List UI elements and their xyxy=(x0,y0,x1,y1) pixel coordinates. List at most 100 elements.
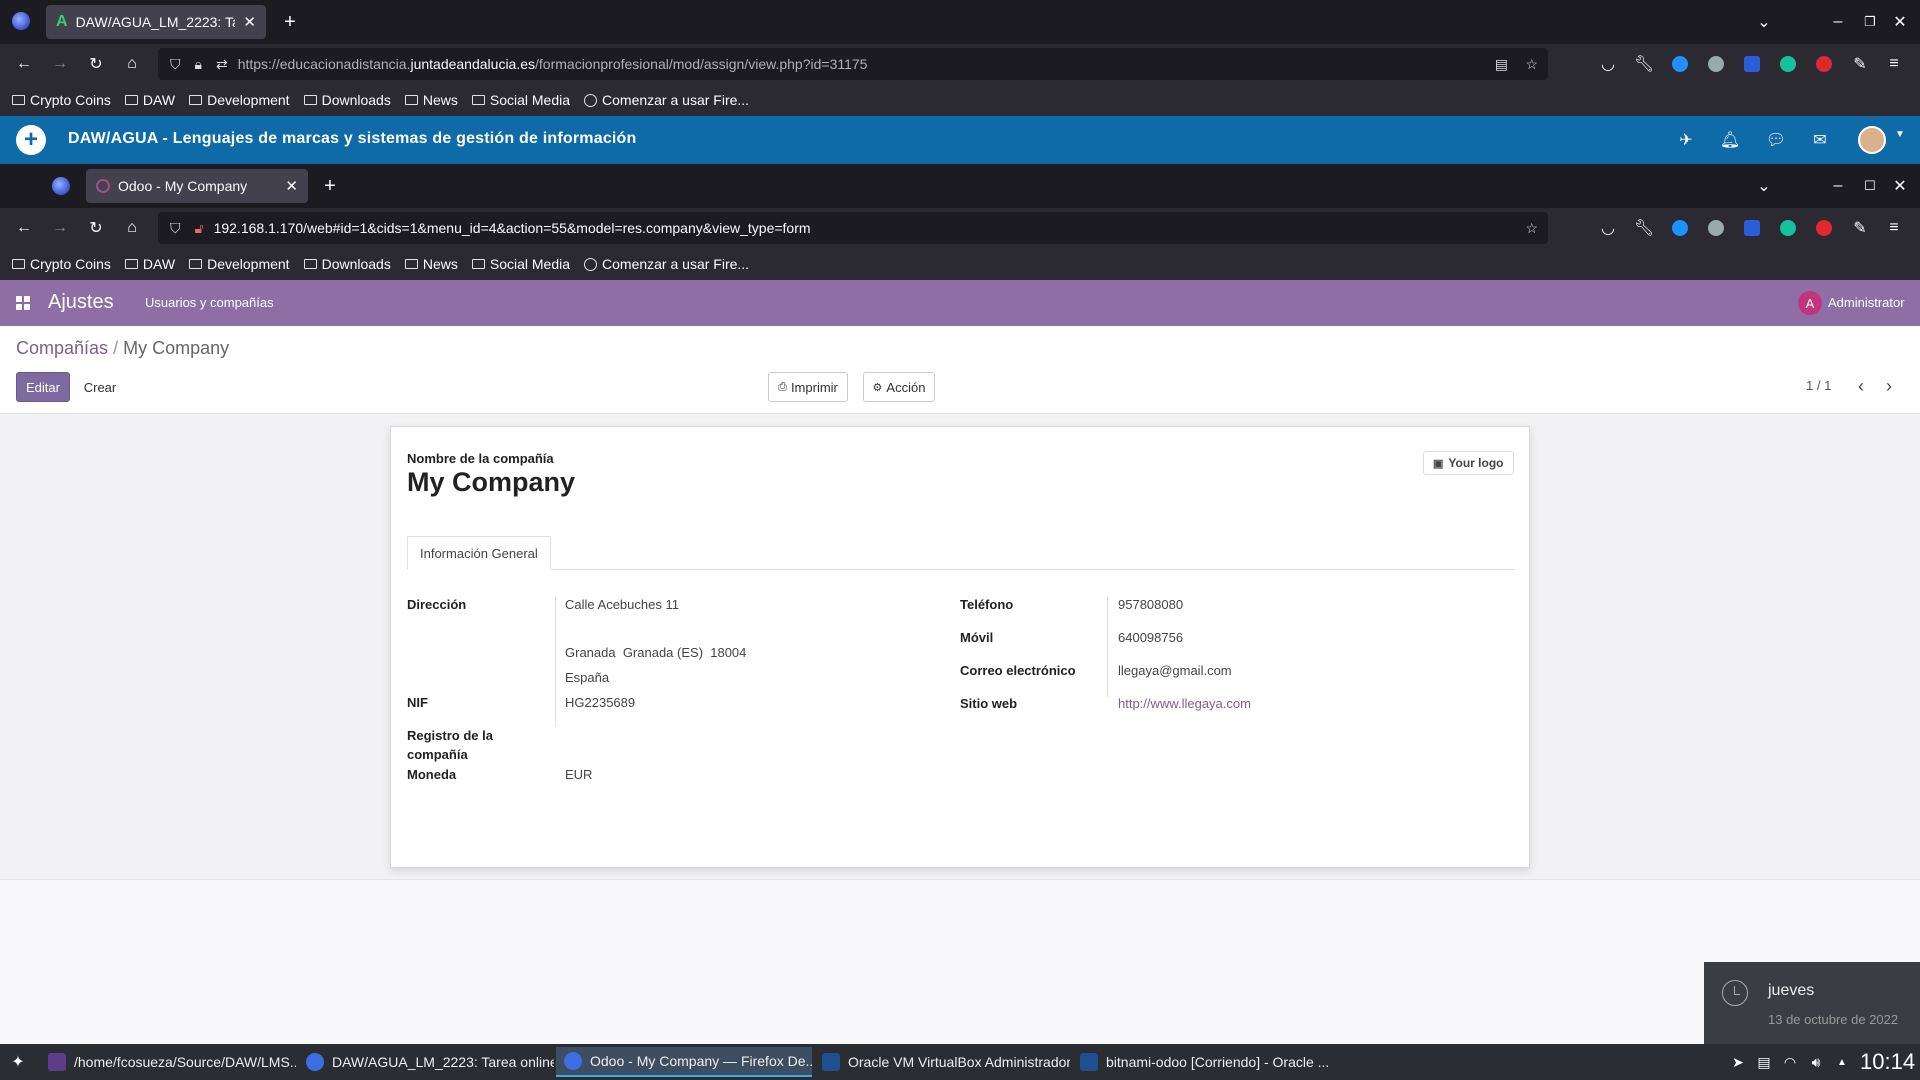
bookmark-downloads[interactable]: Downloads xyxy=(303,256,391,272)
wrench-icon[interactable]: 🔧︎ xyxy=(1632,216,1656,240)
outer-tab-active[interactable]: A DAW/AGUA_LM_2223: Tare ✕ xyxy=(46,5,266,39)
print-button[interactable]: ⎙ Imprimir xyxy=(768,372,848,402)
bookmark-daw[interactable]: DAW xyxy=(124,92,175,108)
menu-hamburger-icon[interactable]: ≡ xyxy=(1882,52,1906,76)
bookmark-development[interactable]: Development xyxy=(189,92,290,108)
reader-view-icon[interactable]: ▤ xyxy=(1495,56,1508,73)
mail-icon[interactable]: ✉ xyxy=(1808,128,1832,152)
home-icon[interactable]: ⌂ xyxy=(120,216,144,240)
app-name[interactable]: Ajustes xyxy=(48,291,114,314)
extension-gear-icon[interactable] xyxy=(1708,56,1724,72)
extension-blue-icon[interactable] xyxy=(1672,56,1688,72)
new-tab-icon[interactable]: + xyxy=(278,10,302,34)
moodle-plus-icon[interactable]: + xyxy=(16,125,46,155)
back-icon[interactable]: ← xyxy=(12,216,36,240)
user-name[interactable]: Administrator xyxy=(1828,295,1905,310)
pocket-icon[interactable]: ◡ xyxy=(1596,216,1620,240)
bookmark-crypto-coins[interactable]: Crypto Coins xyxy=(12,92,111,108)
tab-list-chevron-icon[interactable]: ⌄ xyxy=(1752,174,1776,198)
app-launcher-icon[interactable]: ✦ xyxy=(6,1050,30,1074)
tab-general-information[interactable]: Información General xyxy=(407,536,551,570)
apps-grid-icon[interactable] xyxy=(16,296,30,310)
volume-tray-icon[interactable]: 🔊︎ xyxy=(1804,1050,1828,1074)
bookmark-daw[interactable]: DAW xyxy=(124,256,175,272)
breadcrumb-companies-link[interactable]: Compañías xyxy=(16,338,108,358)
extension-blue-icon[interactable] xyxy=(1672,220,1688,236)
minimize-icon[interactable]: – xyxy=(1826,174,1850,198)
notification-bell-icon[interactable]: 🔔︎ xyxy=(1718,128,1742,152)
close-tab-icon[interactable]: ✕ xyxy=(243,13,256,31)
bookmark-getting-started[interactable]: Comenzar a usar Fire... xyxy=(584,256,749,272)
inner-url-bar[interactable]: ⛉ 🔓︎ 192.168.1.170/web#id=1&cids=1&menu_… xyxy=(158,212,1548,244)
bookmark-getting-started[interactable]: Comenzar a usar Fire... xyxy=(584,92,749,108)
firefox-icon[interactable] xyxy=(12,12,30,30)
clock-notification[interactable]: jueves 13 de octubre de 2022 xyxy=(1704,962,1920,1044)
restore-icon[interactable]: ❐ xyxy=(1858,10,1882,34)
telegram-tray-icon[interactable]: ➤ xyxy=(1726,1050,1750,1074)
task-terminal[interactable]: /home/fcosueza/Source/DAW/LMS... xyxy=(40,1047,296,1077)
bookmark-news[interactable]: News xyxy=(404,92,458,108)
new-tab-icon[interactable]: + xyxy=(318,174,342,198)
maximize-icon[interactable]: ☐ xyxy=(1858,174,1882,198)
home-icon[interactable]: ⌂ xyxy=(120,52,144,76)
website-link[interactable]: http://www.llegaya.com xyxy=(1118,696,1251,711)
print-icon: ⎙ xyxy=(778,380,787,393)
chat-icon[interactable]: 💬︎ xyxy=(1764,128,1788,152)
clipboard-tray-icon[interactable]: ▤ xyxy=(1752,1050,1776,1074)
extension-red-icon[interactable] xyxy=(1816,56,1832,72)
task-bitnami-vm[interactable]: bitnami-odoo [Corriendo] - Oracle ... xyxy=(1072,1047,1328,1077)
bookmark-star-icon[interactable]: ☆ xyxy=(1525,56,1538,73)
task-firefox-odoo[interactable]: Odoo - My Company — Firefox De... xyxy=(556,1047,812,1077)
task-firefox-moodle[interactable]: DAW/AGUA_LM_2223: Tarea online... xyxy=(298,1047,554,1077)
bitwarden-icon[interactable] xyxy=(1744,220,1760,236)
pager-previous-icon[interactable]: ‹ xyxy=(1849,374,1873,398)
clock-time[interactable]: 10:14 xyxy=(1860,1049,1915,1075)
pen-icon[interactable]: ✎ xyxy=(1848,216,1872,240)
pager-next-icon[interactable]: › xyxy=(1877,374,1901,398)
create-button[interactable]: Crear xyxy=(74,372,126,402)
bookmark-star-icon[interactable]: ☆ xyxy=(1525,220,1538,237)
your-logo-button[interactable]: ▣ Your logo xyxy=(1423,451,1514,475)
close-window-icon[interactable]: ✕ xyxy=(1888,10,1912,34)
extension-red-icon[interactable] xyxy=(1816,220,1832,236)
wifi-tray-icon[interactable]: ◠ xyxy=(1778,1050,1802,1074)
extension-gear-icon[interactable] xyxy=(1708,220,1724,236)
outer-url-bar[interactable]: ⛉ 🔒︎ ⇄ https://educacionadistancia. junta… xyxy=(158,48,1548,80)
bookmark-downloads[interactable]: Downloads xyxy=(303,92,391,108)
bookmark-social-media[interactable]: Social Media xyxy=(471,92,570,108)
close-window-icon[interactable]: ✕ xyxy=(1888,174,1912,198)
bookmark-social-media[interactable]: Social Media xyxy=(471,256,570,272)
pocket-icon[interactable]: ◡ xyxy=(1596,52,1620,76)
action-button[interactable]: ⚙ Acción xyxy=(863,372,935,402)
tab-list-chevron-icon[interactable]: ⌄ xyxy=(1752,10,1776,34)
menu-hamburger-icon[interactable]: ≡ xyxy=(1882,216,1906,240)
reload-icon[interactable]: ↻ xyxy=(84,216,108,240)
pen-icon[interactable]: ✎ xyxy=(1848,52,1872,76)
bitwarden-icon[interactable] xyxy=(1744,56,1760,72)
edit-button[interactable]: Editar xyxy=(16,372,70,402)
task-virtualbox-manager[interactable]: Oracle VM VirtualBox Administrador xyxy=(814,1047,1070,1077)
user-avatar[interactable] xyxy=(1858,126,1886,154)
bookmark-crypto-coins[interactable]: Crypto Coins xyxy=(12,256,111,272)
grammarly-icon[interactable] xyxy=(1780,56,1796,72)
minimize-icon[interactable]: – xyxy=(1826,10,1850,34)
user-menu-caret-icon[interactable]: ▼ xyxy=(1888,122,1912,146)
back-icon[interactable]: ← xyxy=(12,52,36,76)
email-value[interactable]: llegaya@gmail.com xyxy=(1118,663,1232,678)
user-avatar[interactable]: A xyxy=(1798,291,1822,315)
bookmark-development[interactable]: Development xyxy=(189,256,290,272)
close-tab-icon[interactable]: ✕ xyxy=(285,177,298,195)
bookmark-news[interactable]: News xyxy=(404,256,458,272)
forward-icon[interactable]: → xyxy=(48,216,72,240)
menu-users-companies[interactable]: Usuarios y compañías xyxy=(145,295,274,310)
wrench-icon[interactable]: 🔧︎ xyxy=(1632,52,1656,76)
pager-value[interactable]: 1 / 1 xyxy=(1806,378,1831,393)
forward-icon[interactable]: → xyxy=(48,52,72,76)
grammarly-icon[interactable] xyxy=(1780,220,1796,236)
pin-icon[interactable]: ✈ xyxy=(1674,128,1698,152)
inner-tab-active[interactable]: Odoo - My Company ✕ xyxy=(86,169,308,203)
tray-expand-icon[interactable]: ▲ xyxy=(1830,1050,1854,1074)
course-title[interactable]: DAW/AGUA - Lenguajes de marcas y sistema… xyxy=(68,130,637,148)
firefox-icon[interactable] xyxy=(52,177,70,195)
reload-icon[interactable]: ↻ xyxy=(84,52,108,76)
